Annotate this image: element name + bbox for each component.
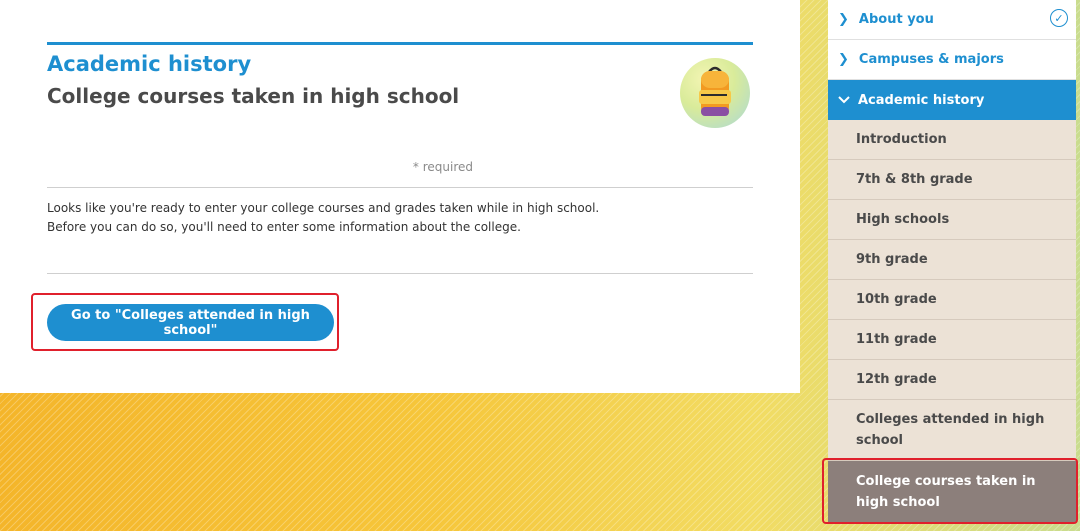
- chevron-down-icon: [838, 93, 850, 107]
- sidebar-item-label: Academic history: [858, 92, 985, 108]
- go-to-colleges-attended-button[interactable]: Go to "Colleges attended in high school": [47, 304, 334, 341]
- sidebar-subitem-introduction[interactable]: Introduction: [828, 120, 1076, 160]
- sidebar-item-campuses-majors[interactable]: ❯ Campuses & majors: [828, 40, 1076, 80]
- required-note: * required: [412, 160, 473, 174]
- sidebar-subitem-high-schools[interactable]: High schools: [828, 200, 1076, 240]
- sidebar-subitem-label: 9th grade: [856, 252, 928, 267]
- sidebar-item-label: About you: [858, 12, 934, 27]
- sidebar-subitem-colleges-attended[interactable]: Colleges attended in high school: [828, 400, 1076, 461]
- chevron-right-icon: ❯: [838, 12, 849, 27]
- sidebar-item-academic-history[interactable]: Academic history: [828, 80, 1076, 120]
- sidebar-subitem-label: 10th grade: [856, 292, 937, 307]
- sidebar-subitem-7th-8th-grade[interactable]: 7th & 8th grade: [828, 160, 1076, 200]
- instructions-line-2: Before you can do so, you'll need to ent…: [47, 220, 521, 234]
- sidebar-subitem-label: High schools: [856, 212, 950, 227]
- section-title: Academic history: [47, 52, 252, 76]
- sidebar-subitem-label: Colleges attended in high school: [856, 412, 1045, 448]
- sidebar-subitem-label: 12th grade: [856, 372, 937, 387]
- sidebar-subitem-label: 7th & 8th grade: [856, 172, 973, 187]
- main-card: Academic history College courses taken i…: [0, 0, 800, 393]
- section-divider: [47, 42, 753, 45]
- sidebar-subitem-label: 11th grade: [856, 332, 937, 347]
- sidebar-subitem-11th-grade[interactable]: 11th grade: [828, 320, 1076, 360]
- divider: [47, 187, 753, 188]
- sidebar-nav: ❯ About you ✓ ❯ Campuses & majors Academ…: [822, 0, 1078, 524]
- page-title: College courses taken in high school: [47, 84, 460, 108]
- instructions-line-1: Looks like you're ready to enter your co…: [47, 201, 600, 215]
- sidebar-item-label: Campuses & majors: [858, 52, 1004, 67]
- sidebar-subitem-college-courses-current[interactable]: College courses taken in high school: [828, 461, 1076, 522]
- sidebar-subitem-9th-grade[interactable]: 9th grade: [828, 240, 1076, 280]
- chevron-right-icon: ❯: [838, 52, 849, 67]
- check-circle-icon: ✓: [1050, 9, 1068, 27]
- sidebar-subitem-10th-grade[interactable]: 10th grade: [828, 280, 1076, 320]
- sidebar-item-about-you[interactable]: ❯ About you ✓: [828, 0, 1076, 40]
- sidebar-subitem-label: Introduction: [856, 132, 947, 147]
- divider: [47, 273, 753, 274]
- sidebar-subitem-label: College courses taken in high school: [856, 473, 1036, 510]
- instructions-text: Looks like you're ready to enter your co…: [47, 199, 747, 237]
- sidebar-subitem-12th-grade[interactable]: 12th grade: [828, 360, 1076, 400]
- sidebar-current-wrapper: College courses taken in high school: [822, 458, 1078, 524]
- backpack-icon: [680, 58, 750, 128]
